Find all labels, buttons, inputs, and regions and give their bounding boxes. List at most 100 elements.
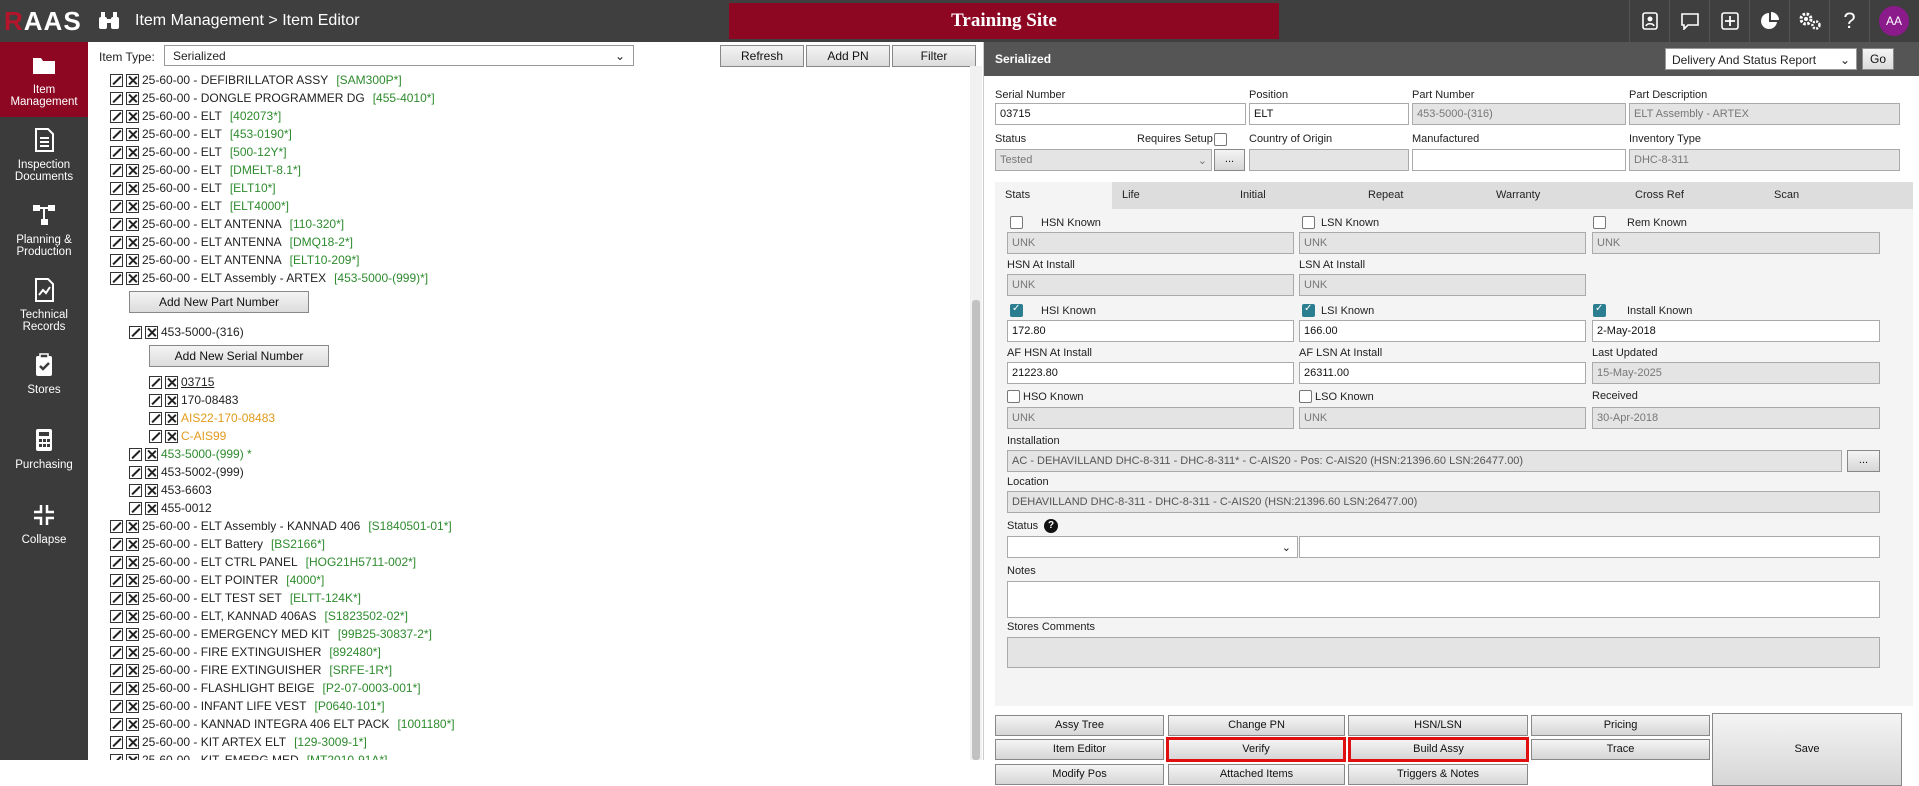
edit-icon[interactable] <box>110 717 123 731</box>
change-pn-button[interactable]: Change PN <box>1168 715 1345 736</box>
edit-icon[interactable] <box>110 109 123 123</box>
delete-icon[interactable] <box>126 217 139 231</box>
part-number-row-label[interactable]: 455-0012 <box>161 501 212 515</box>
build-assy-button[interactable]: Build Assy <box>1348 737 1529 762</box>
tree-item-row[interactable]: 25-60-00 - ELT [ELT10*] <box>110 179 276 197</box>
edit-icon[interactable] <box>110 519 123 533</box>
serial-number-row[interactable]: 03715 <box>149 373 214 391</box>
delete-icon[interactable] <box>126 681 139 695</box>
part-number-row[interactable]: 455-0012 <box>129 499 212 517</box>
pie-chart-icon[interactable] <box>1749 0 1789 42</box>
delete-icon[interactable] <box>126 537 139 551</box>
tree-item-row[interactable]: 25-60-00 - EMERGENCY MED KIT [99B25-30837… <box>110 625 432 643</box>
hsi-field[interactable]: 172.80 <box>1007 320 1294 342</box>
serial-number-row[interactable]: C-AIS99 <box>149 427 226 445</box>
delete-icon[interactable] <box>126 591 139 605</box>
hsn-lsn-button[interactable]: HSN/LSN <box>1348 715 1528 736</box>
item-part-number[interactable]: [99B25-30837-2*] <box>338 627 432 641</box>
serial-number-row[interactable]: AIS22-170-08483 <box>149 409 275 427</box>
delete-icon[interactable] <box>126 753 139 760</box>
af-lsn-field[interactable]: 26311.00 <box>1299 362 1586 384</box>
delete-icon[interactable] <box>126 609 139 623</box>
delete-icon[interactable] <box>145 501 158 515</box>
position-field[interactable]: ELT <box>1249 103 1409 125</box>
edit-icon[interactable] <box>149 429 162 443</box>
delete-icon[interactable] <box>145 483 158 497</box>
edit-icon[interactable] <box>110 217 123 231</box>
edit-icon[interactable] <box>110 609 123 623</box>
item-part-number[interactable]: [4000*] <box>286 573 324 587</box>
delete-icon[interactable] <box>165 393 178 407</box>
tab-warranty[interactable]: Warranty <box>1486 182 1625 209</box>
part-number-row-label[interactable]: 453-6603 <box>161 483 212 497</box>
requires-setup-checkbox[interactable] <box>1214 133 1227 146</box>
tree-scrollbar-thumb[interactable] <box>972 300 980 760</box>
item-part-number[interactable]: [S1823502-02*] <box>325 609 408 623</box>
tree-item-row[interactable]: 25-60-00 - ELT [500-12Y*] <box>110 143 287 161</box>
edit-icon[interactable] <box>110 627 123 641</box>
delete-icon[interactable] <box>126 73 139 87</box>
edit-icon[interactable] <box>110 591 123 605</box>
delete-icon[interactable] <box>145 325 158 339</box>
item-part-number[interactable]: [S1840501-01*] <box>368 519 451 533</box>
installation-more-button[interactable]: ... <box>1847 450 1880 472</box>
item-part-number[interactable]: [1001180*] <box>397 717 454 731</box>
edit-icon[interactable] <box>129 447 142 461</box>
help-icon[interactable]: ? <box>1829 0 1869 42</box>
delete-icon[interactable] <box>126 199 139 213</box>
delete-icon[interactable] <box>126 627 139 641</box>
delete-icon[interactable] <box>126 235 139 249</box>
delete-icon[interactable] <box>126 555 139 569</box>
add-new-serial-number-button[interactable]: Add New Serial Number <box>149 345 329 367</box>
serial-number-row-label[interactable]: 03715 <box>181 375 214 389</box>
delete-icon[interactable] <box>126 271 139 285</box>
item-part-number[interactable]: [892480*] <box>329 645 380 659</box>
delete-icon[interactable] <box>126 699 139 713</box>
item-part-number[interactable]: [455-4010*] <box>373 91 435 105</box>
edit-icon[interactable] <box>110 163 123 177</box>
edit-icon[interactable] <box>129 465 142 479</box>
plus-square-icon[interactable] <box>1709 0 1749 42</box>
edit-icon[interactable] <box>110 127 123 141</box>
delete-icon[interactable] <box>126 145 139 159</box>
item-part-number[interactable]: [MT2010-91A*] <box>307 753 388 760</box>
delete-icon[interactable] <box>126 127 139 141</box>
item-part-number[interactable]: [ELT10*] <box>230 181 276 195</box>
delete-icon[interactable] <box>126 717 139 731</box>
item-part-number[interactable]: [453-0190*] <box>230 127 292 141</box>
part-number-row[interactable]: 453-5002-(999) <box>129 463 244 481</box>
tree-item-row[interactable]: 25-60-00 - ELT ANTENNA [ELT10-209*] <box>110 251 359 269</box>
part-number-row-label[interactable]: 453-5002-(999) <box>161 465 244 479</box>
report-select[interactable]: Delivery And Status Report ⌄ <box>1665 48 1857 70</box>
item-part-number[interactable]: [P2-07-0003-001*] <box>323 681 421 695</box>
part-number-row[interactable]: 453-5000-(316) <box>129 323 244 341</box>
item-part-number[interactable]: [BS2166*] <box>271 537 325 551</box>
edit-icon[interactable] <box>110 681 123 695</box>
edit-icon[interactable] <box>129 501 142 515</box>
edit-icon[interactable] <box>129 483 142 497</box>
modify-pos-button[interactable]: Modify Pos <box>995 764 1164 785</box>
edit-icon[interactable] <box>110 253 123 267</box>
item-part-number[interactable]: [DMQ18-2*] <box>290 235 353 249</box>
comment-icon[interactable] <box>1669 0 1709 42</box>
tree-item-row[interactable]: 25-60-00 - ELT Assembly - KANNAD 406 [S18… <box>110 517 452 535</box>
sidebar-item-technical-records[interactable]: Technical Records <box>0 267 88 342</box>
tree-item-row[interactable]: 25-60-00 - DONGLE PROGRAMMER DG [455-4010… <box>110 89 435 107</box>
edit-icon[interactable] <box>110 73 123 87</box>
delete-icon[interactable] <box>126 163 139 177</box>
serial-number-row-label[interactable]: 170-08483 <box>181 393 238 407</box>
manufactured-field[interactable] <box>1412 149 1626 171</box>
lsi-known-checkbox[interactable] <box>1302 303 1315 317</box>
delete-icon[interactable] <box>126 109 139 123</box>
tree-item-row[interactable]: 25-60-00 - ELT CTRL PANEL [HOG21H5711-002… <box>110 553 416 571</box>
tab-life[interactable]: Life <box>1112 182 1230 209</box>
item-part-number[interactable]: [ELT4000*] <box>230 199 289 213</box>
sidebar-item-inspection-documents[interactable]: Inspection Documents <box>0 117 88 192</box>
edit-icon[interactable] <box>110 91 123 105</box>
delete-icon[interactable] <box>165 411 178 425</box>
tab-stats[interactable]: Stats <box>995 182 1112 209</box>
delete-icon[interactable] <box>126 645 139 659</box>
delete-icon[interactable] <box>126 91 139 105</box>
install-date-field[interactable]: 2-May-2018 <box>1592 320 1880 342</box>
sidebar-item-item-management[interactable]: Item Management <box>0 42 96 117</box>
